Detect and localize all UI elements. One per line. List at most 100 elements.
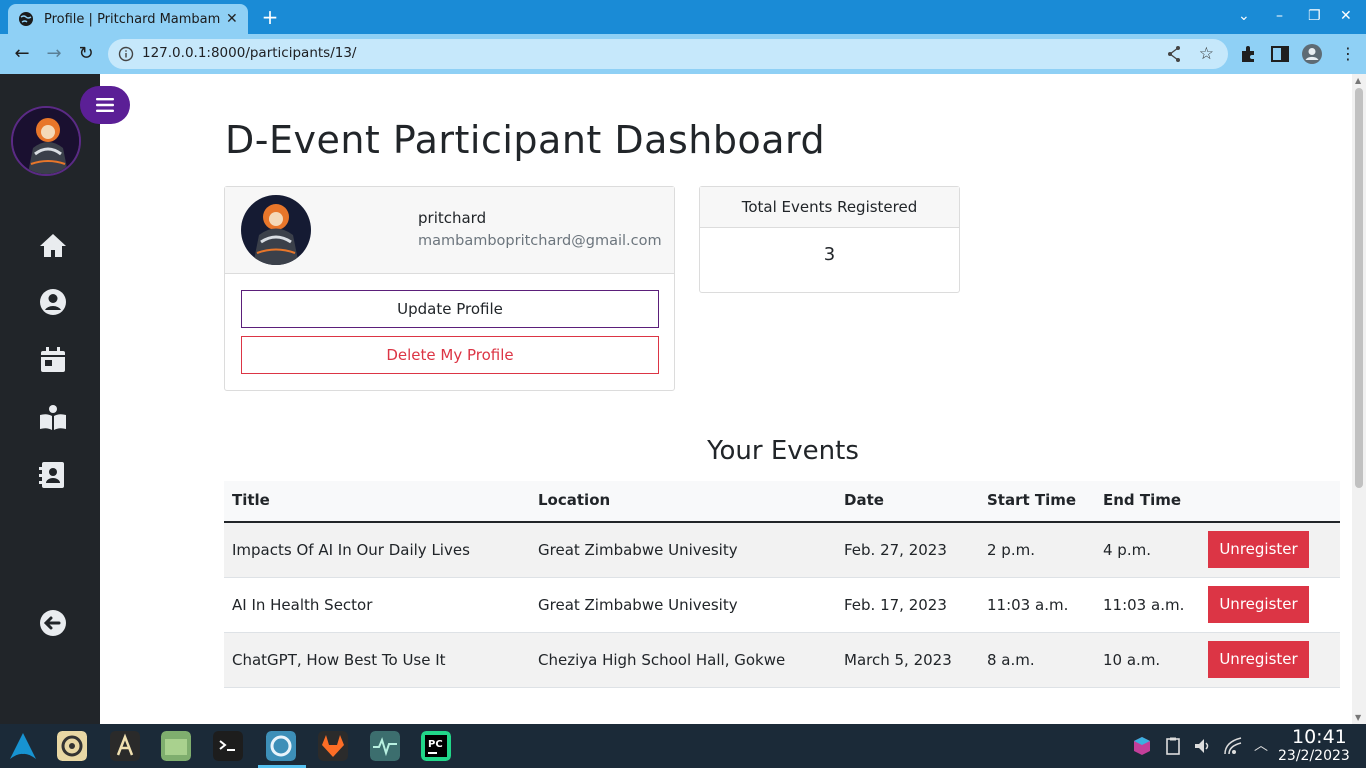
svg-text:PC: PC <box>428 739 443 750</box>
book-icon[interactable] <box>37 402 69 434</box>
extensions-icon[interactable] <box>1238 43 1260 65</box>
taskbar: PC ︿ 10:41 23/2/2023 <box>0 724 1366 768</box>
tab-title: Profile | Pritchard Mambambo <box>44 11 220 27</box>
clock-time[interactable]: 10:41 <box>1292 726 1347 748</box>
font-app-icon[interactable] <box>110 731 140 761</box>
cell-end-time: 11:03 a.m. <box>1095 577 1200 633</box>
cell-end-time: 4 p.m. <box>1095 522 1200 578</box>
stats-value: 3 <box>823 244 836 265</box>
col-date: Date <box>836 481 979 523</box>
close-window-icon[interactable]: ✕ <box>1340 8 1352 24</box>
cell-action: Unregister <box>1200 522 1340 578</box>
scroll-up-icon[interactable]: ▲ <box>1355 76 1361 85</box>
url-text[interactable]: 127.0.0.1:8000/participants/13/ <box>142 45 356 61</box>
bookmark-star-icon[interactable]: ☆ <box>1199 44 1214 64</box>
cell-date: Feb. 27, 2023 <box>836 522 979 578</box>
terminal-icon[interactable] <box>213 731 243 761</box>
main-content: D-Event Participant Dashboard pritchard … <box>100 74 1352 724</box>
browser-toolbar: ← → ↻ 127.0.0.1:8000/participants/13/ ☆ … <box>0 34 1366 74</box>
cell-date: March 5, 2023 <box>836 632 979 688</box>
forward-icon[interactable]: → <box>42 42 66 66</box>
side-panel-icon[interactable] <box>1269 43 1291 65</box>
browser-menu-icon[interactable]: ⋮ <box>1336 42 1360 66</box>
browser-tab-strip: Profile | Pritchard Mambambo ✕ + ⌄ – ❐ ✕ <box>0 0 1366 34</box>
reload-icon[interactable]: ↻ <box>74 42 98 66</box>
clock-date[interactable]: 23/2/2023 <box>1278 748 1350 764</box>
col-end-time: End Time <box>1095 481 1200 523</box>
table-row: ChatGPT, How Best To Use It Cheziya High… <box>224 632 1340 688</box>
cell-location: Great Zimbabwe Univesity <box>530 522 836 578</box>
table-row: Impacts Of AI In Our Daily Lives Great Z… <box>224 522 1340 578</box>
cell-end-time: 10 a.m. <box>1095 632 1200 688</box>
share-icon[interactable] <box>1166 45 1182 63</box>
wifi-icon[interactable] <box>1223 736 1243 756</box>
new-tab-button[interactable]: + <box>258 6 282 28</box>
profile-email: mambambopritchard@gmail.com <box>418 233 662 249</box>
page-scrollbar[interactable]: ▲ ▼ <box>1352 74 1366 724</box>
cell-start-time: 11:03 a.m. <box>979 577 1095 633</box>
restore-icon[interactable]: ❐ <box>1308 8 1321 24</box>
col-start-time: Start Time <box>979 481 1095 523</box>
unregister-button[interactable]: Unregister <box>1208 586 1309 623</box>
col-action <box>1200 481 1340 523</box>
package-tray-icon[interactable] <box>1132 736 1152 756</box>
info-icon[interactable] <box>118 46 134 62</box>
tray-expand-icon[interactable]: ︿ <box>1254 735 1268 755</box>
system-monitor-icon[interactable] <box>370 731 400 761</box>
arch-launcher-icon[interactable] <box>8 731 38 761</box>
address-bar[interactable]: 127.0.0.1:8000/participants/13/ ☆ <box>108 39 1228 69</box>
cell-date: Feb. 17, 2023 <box>836 577 979 633</box>
profile-icon[interactable] <box>1301 43 1323 65</box>
unregister-button[interactable]: Unregister <box>1208 641 1309 678</box>
profile-username: pritchard <box>418 209 487 227</box>
stats-card: Total Events Registered 3 <box>699 186 960 293</box>
section-title: Your Events <box>707 436 859 466</box>
cell-title: AI In Health Sector <box>224 577 530 633</box>
sidebar <box>0 74 130 724</box>
cell-action: Unregister <box>1200 632 1340 688</box>
file-manager-icon[interactable] <box>161 731 191 761</box>
volume-icon[interactable] <box>1193 736 1213 756</box>
delete-profile-button[interactable]: Delete My Profile <box>241 336 659 374</box>
user-icon[interactable] <box>37 286 69 318</box>
cell-location: Cheziya High School Hall, Gokwe <box>530 632 836 688</box>
calendar-icon[interactable] <box>37 344 69 376</box>
unregister-button[interactable]: Unregister <box>1208 531 1309 569</box>
logout-icon[interactable] <box>37 607 69 639</box>
back-icon[interactable]: ← <box>10 42 34 66</box>
col-title: Title <box>224 481 530 523</box>
cell-start-time: 8 a.m. <box>979 632 1095 688</box>
events-table: Title Location Date Start Time End Time … <box>224 481 1340 688</box>
clipboard-tray-icon[interactable] <box>1163 736 1183 756</box>
profile-card-header: pritchard mambambopritchard@gmail.com <box>225 187 674 274</box>
menu-toggle-button[interactable] <box>80 86 130 124</box>
gitlab-icon[interactable] <box>318 731 348 761</box>
cell-title: ChatGPT, How Best To Use It <box>224 632 530 688</box>
globe-icon <box>19 12 33 26</box>
sidebar-avatar[interactable] <box>11 106 81 176</box>
contacts-icon[interactable] <box>37 459 69 491</box>
scroll-down-icon[interactable]: ▼ <box>1355 713 1361 722</box>
profile-avatar <box>241 195 311 265</box>
scrollbar-thumb[interactable] <box>1355 88 1363 488</box>
minimize-icon[interactable]: – <box>1276 8 1283 24</box>
col-location: Location <box>530 481 836 523</box>
cell-location: Great Zimbabwe Univesity <box>530 577 836 633</box>
hamburger-icon <box>96 98 114 112</box>
events-section-header: Your Events <box>100 436 1352 466</box>
tab-close-icon[interactable]: ✕ <box>226 11 238 27</box>
settings-app-icon[interactable] <box>57 731 87 761</box>
page-title: D-Event Participant Dashboard <box>225 118 826 162</box>
table-header-row: Title Location Date Start Time End Time <box>224 481 1340 523</box>
browser-tab[interactable]: Profile | Pritchard Mambambo ✕ <box>8 4 248 34</box>
table-row: AI In Health Sector Great Zimbabwe Unive… <box>224 577 1340 633</box>
pycharm-icon[interactable]: PC <box>421 731 451 761</box>
stats-label: Total Events Registered <box>700 187 959 228</box>
tab-search-icon[interactable]: ⌄ <box>1238 8 1250 24</box>
update-profile-button[interactable]: Update Profile <box>241 290 659 328</box>
cell-action: Unregister <box>1200 577 1340 633</box>
cell-start-time: 2 p.m. <box>979 522 1095 578</box>
home-icon[interactable] <box>37 230 69 262</box>
browser-app-icon[interactable] <box>266 731 296 761</box>
profile-card: pritchard mambambopritchard@gmail.com Up… <box>224 186 675 391</box>
